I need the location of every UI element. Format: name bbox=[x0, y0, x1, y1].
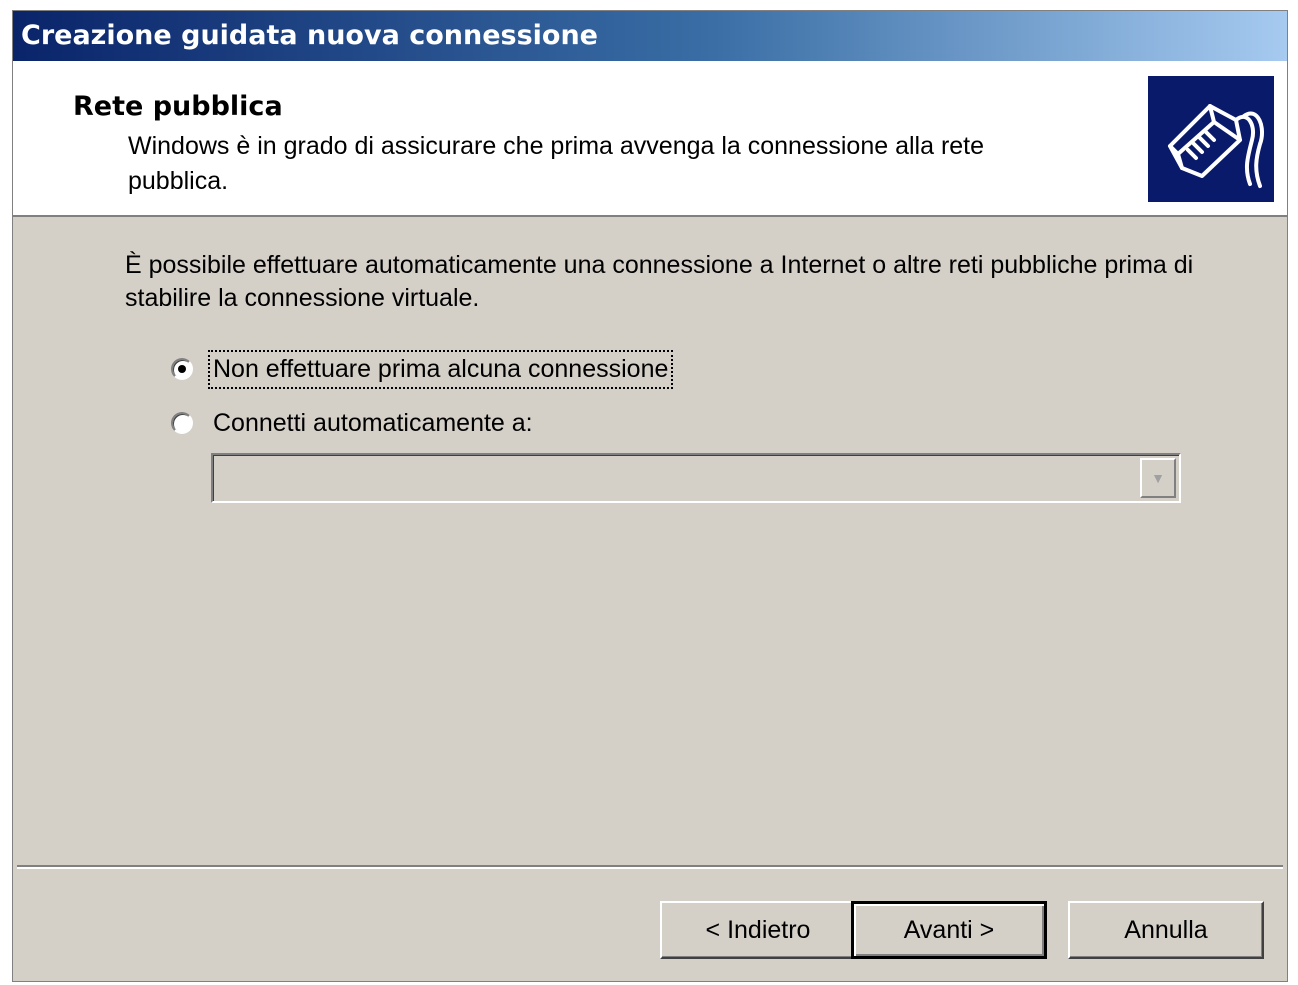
page-title: Rete pubblica bbox=[73, 91, 283, 122]
wizard-window: Creazione guidata nuova connessione Rete… bbox=[12, 10, 1288, 982]
option-auto-connect[interactable]: Connetti automaticamente a: bbox=[171, 405, 535, 441]
option-no-connection[interactable]: Non effettuare prima alcuna connessione bbox=[171, 349, 674, 389]
footer-separator bbox=[17, 865, 1283, 869]
radio-auto-connect[interactable] bbox=[171, 412, 193, 434]
radio-no-connection[interactable] bbox=[171, 358, 193, 380]
back-button[interactable]: < Indietro bbox=[660, 901, 856, 959]
connection-combo: ▼ bbox=[211, 453, 1181, 503]
option-no-connection-label[interactable]: Non effettuare prima alcuna connessione bbox=[207, 349, 674, 389]
intro-text: È possibile effettuare automaticamente u… bbox=[125, 251, 1194, 312]
wizard-content: È possibile effettuare automaticamente u… bbox=[13, 217, 1287, 857]
network-plug-icon bbox=[1148, 76, 1274, 202]
title-bar[interactable]: Creazione guidata nuova connessione bbox=[13, 11, 1287, 61]
cancel-button[interactable]: Annulla bbox=[1068, 901, 1264, 959]
next-button[interactable]: Avanti > bbox=[851, 901, 1047, 959]
radio-selected-dot bbox=[178, 365, 186, 373]
chevron-down-icon: ▼ bbox=[1140, 458, 1176, 498]
wizard-header: Rete pubblica Windows è in grado di assi… bbox=[13, 61, 1287, 217]
page-subtitle: Windows è in grado di assicurare che pri… bbox=[128, 132, 985, 195]
option-auto-connect-label[interactable]: Connetti automaticamente a: bbox=[211, 407, 535, 440]
window-title: Creazione guidata nuova connessione bbox=[21, 20, 598, 51]
